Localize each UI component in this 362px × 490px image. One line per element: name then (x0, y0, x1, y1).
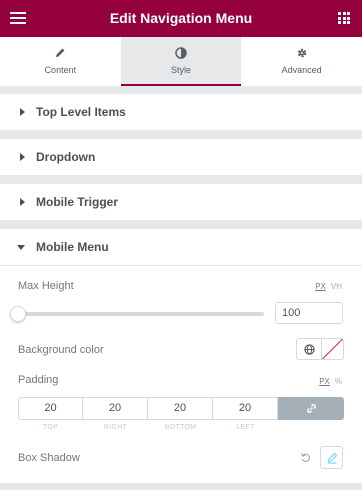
tab-content[interactable]: Content (0, 37, 121, 86)
side-label-top: TOP (42, 424, 59, 431)
padding-left-input[interactable]: 20 (213, 397, 278, 420)
tab-style-label: Style (171, 65, 192, 75)
global-colors-button[interactable] (297, 339, 321, 359)
tab-advanced-label: Advanced (281, 65, 322, 75)
padding-right-input[interactable]: 20 (83, 397, 148, 420)
padding-top-input[interactable]: 20 (18, 397, 83, 420)
caret-down-icon (17, 245, 25, 250)
pencil-icon (327, 452, 337, 464)
background-color-controls (296, 338, 344, 360)
padding-bottom-input[interactable]: 20 (148, 397, 213, 420)
max-height-input[interactable]: 100 (275, 302, 343, 324)
section-label: Mobile Trigger (36, 195, 119, 209)
side-label-bottom: BOTTOM (164, 424, 197, 431)
reset-icon[interactable] (300, 452, 311, 463)
unit-percent[interactable]: % (335, 377, 342, 386)
tab-content-label: Content (44, 65, 77, 75)
unit-px[interactable]: PX (319, 377, 330, 386)
unit-px[interactable]: PX (315, 282, 326, 291)
padding-side-labels: TOP RIGHT BOTTOM LEFT (18, 424, 278, 431)
padding-units: PX% (319, 377, 342, 386)
max-height-slider-track[interactable] (18, 312, 264, 316)
panel-tabs: Content Style Advanced (0, 37, 362, 87)
max-height-label: Max Height (18, 280, 74, 292)
side-label-right: RIGHT (103, 424, 128, 431)
gear-icon (297, 48, 306, 58)
section-mobile-trigger[interactable]: Mobile Trigger (0, 184, 362, 220)
editor-header: Edit Navigation Menu (0, 0, 362, 37)
box-shadow-edit-button[interactable] (320, 446, 343, 469)
unit-vh[interactable]: VH (331, 282, 342, 291)
mobile-menu-panel: Max Height PX VH 100 Background color Pad… (0, 265, 362, 483)
section-label: Mobile Menu (36, 240, 109, 254)
contrast-icon (175, 47, 187, 59)
side-label-left: LEFT (236, 424, 255, 431)
color-picker-swatch[interactable] (321, 339, 343, 359)
box-shadow-label: Box Shadow (18, 452, 80, 464)
pencil-icon (56, 48, 65, 57)
padding-label: Padding (18, 374, 59, 386)
link-values-button[interactable] (278, 397, 344, 420)
max-height-units: PX VH (315, 282, 342, 291)
tab-advanced[interactable]: Advanced (241, 37, 362, 86)
max-height-slider-handle[interactable] (10, 306, 26, 322)
section-top-level-items[interactable]: Top Level Items (0, 94, 362, 130)
caret-right-icon (20, 198, 25, 206)
section-mobile-menu[interactable]: Mobile Menu (0, 229, 362, 265)
globe-icon (303, 343, 315, 355)
tab-style[interactable]: Style (120, 37, 242, 86)
widgets-grid-icon[interactable] (338, 12, 350, 24)
section-dropdown[interactable]: Dropdown (0, 139, 362, 175)
caret-right-icon (20, 153, 25, 161)
panel-title: Edit Navigation Menu (109, 10, 253, 26)
section-label: Top Level Items (36, 105, 126, 119)
background-color-label: Background color (18, 344, 104, 356)
padding-dimensions: 20 20 20 20 (18, 397, 344, 420)
link-icon (306, 404, 316, 413)
section-label: Dropdown (36, 150, 96, 164)
caret-right-icon (20, 108, 25, 116)
